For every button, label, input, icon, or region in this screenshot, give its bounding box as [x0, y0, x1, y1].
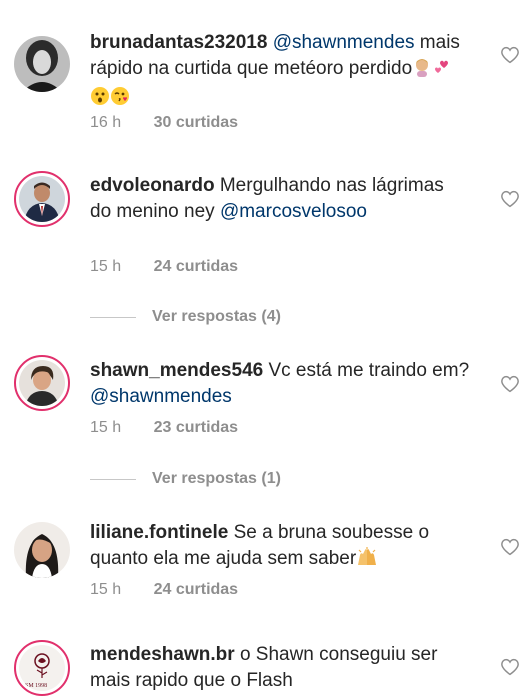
likes-count[interactable]: 24 curtidas: [154, 581, 238, 598]
comment-text: mendeshawn.br o Shawn conseguiu ser mais…: [90, 642, 470, 694]
avatar[interactable]: SM 1998: [14, 640, 70, 696]
comment-username[interactable]: mendeshawn.br: [90, 644, 235, 665]
replies-divider: [90, 316, 136, 318]
likes-count[interactable]: 23 curtidas: [154, 419, 238, 436]
comment-text: brunadantas232018 @shawnmendes mais rápi…: [90, 30, 470, 114]
avatar[interactable]: [14, 36, 70, 92]
heart-outline-icon[interactable]: [500, 375, 520, 393]
face-blowing-kiss-emoji: [110, 86, 130, 114]
heart-outline-icon[interactable]: [500, 538, 520, 556]
comment-meta: 15 h 23 curtidas: [90, 419, 238, 437]
comment-time: 15 h: [90, 419, 122, 436]
comment-username[interactable]: brunadantas232018: [90, 32, 267, 53]
avatar-logo-text: SM 1998: [25, 683, 47, 689]
view-replies-button[interactable]: Ver respostas (4): [90, 308, 281, 326]
avatar[interactable]: [14, 522, 70, 578]
likes-count[interactable]: 24 curtidas: [154, 258, 238, 275]
likes-count[interactable]: 30 curtidas: [154, 114, 238, 131]
comment-meta: 15 h 24 curtidas: [90, 258, 238, 276]
comment-time: 15 h: [90, 258, 122, 275]
comment-body: Vc está me traindo em?: [268, 360, 470, 381]
view-replies-label: Ver respostas (1): [152, 470, 281, 487]
comment-meta: 16 h 30 curtidas: [90, 114, 238, 132]
heart-outline-icon[interactable]: [500, 658, 520, 676]
comment-text: edvoleonardo Mergulhando nas lágrimas do…: [90, 173, 470, 225]
avatar[interactable]: [14, 171, 70, 227]
comment-time: 15 h: [90, 581, 122, 598]
view-replies-button[interactable]: Ver respostas (1): [90, 470, 281, 488]
raising-hands-emoji: [356, 547, 378, 575]
woman-shrugging-emoji: [412, 57, 432, 85]
avatar[interactable]: [14, 355, 70, 411]
comment-meta: 15 h 24 curtidas: [90, 581, 238, 599]
comment-mention[interactable]: @shawnmendes: [90, 386, 232, 407]
two-hearts-emoji: [432, 57, 452, 85]
replies-divider: [90, 478, 136, 480]
comment-time: 16 h: [90, 114, 122, 131]
comment-username[interactable]: shawn_mendes546: [90, 360, 263, 381]
comment-username[interactable]: edvoleonardo: [90, 175, 215, 196]
view-replies-label: Ver respostas (4): [152, 308, 281, 325]
astonished-face-emoji: [90, 86, 110, 114]
heart-outline-icon[interactable]: [500, 46, 520, 64]
comment-text: liliane.fontinele Se a bruna soubesse o …: [90, 520, 470, 575]
heart-outline-icon[interactable]: [500, 190, 520, 208]
comment-text: shawn_mendes546 Vc está me traindo em? @s…: [90, 358, 470, 410]
comment-username[interactable]: liliane.fontinele: [90, 522, 228, 543]
comment-mention[interactable]: @shawnmendes: [273, 32, 415, 53]
comment-mention[interactable]: @marcosvelosoo: [220, 201, 367, 222]
